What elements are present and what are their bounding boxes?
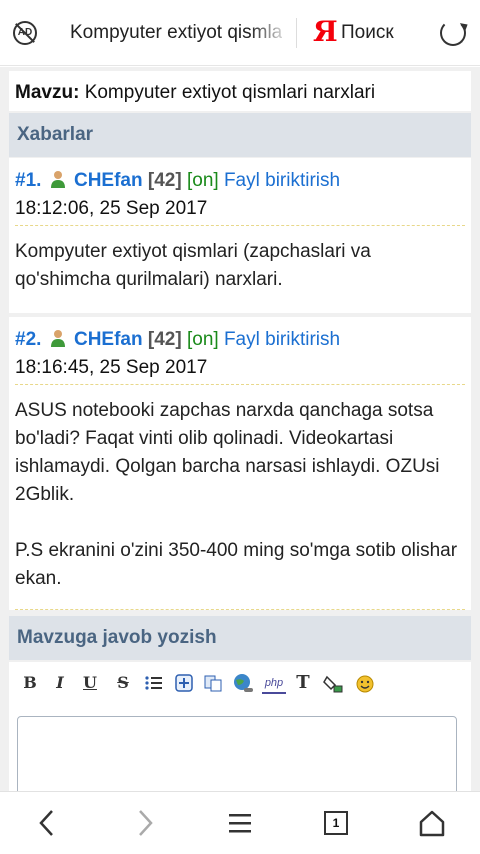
browser-bottom-bar: 1: [0, 791, 480, 854]
post-author[interactable]: CHEfan: [74, 170, 143, 191]
list-icon[interactable]: [143, 672, 165, 694]
post-number[interactable]: #2.: [15, 329, 41, 350]
attach-file-link[interactable]: Fayl biriktirish: [224, 170, 340, 191]
forward-icon[interactable]: [132, 808, 158, 838]
post-rep: [42]: [147, 170, 182, 191]
php-code-button[interactable]: php: [262, 672, 286, 694]
yandex-logo[interactable]: Я: [313, 17, 338, 47]
post-number[interactable]: #1.: [15, 170, 41, 191]
tabs-counter-button[interactable]: 1: [324, 811, 348, 835]
post-1: #1. CHEfan [42] [on] Fayl biriktirish 18…: [9, 158, 471, 313]
divider: [296, 18, 297, 48]
post-paragraph: ASUS notebooki zapchas narxda qanchaga s…: [15, 400, 440, 505]
menu-icon[interactable]: [226, 808, 254, 838]
reload-icon[interactable]: [440, 20, 466, 46]
post-divider: [15, 609, 465, 610]
home-icon[interactable]: [418, 808, 446, 838]
post-time: 18:12:06, 25 Sep 2017: [15, 198, 208, 219]
address-fade: [250, 16, 290, 50]
post-header: #1. CHEfan [42] [on] Fayl biriktirish 18…: [15, 158, 465, 226]
online-status: [on]: [186, 170, 219, 191]
copy-icon[interactable]: [202, 672, 224, 694]
post-time: 18:16:45, 25 Sep 2017: [15, 357, 208, 378]
online-status: [on]: [186, 329, 219, 350]
topic-title-card: Mavzu: Kompyuter extiyot qismlari narxla…: [9, 71, 471, 111]
topic-title: Kompyuter extiyot qismlari narxlari: [84, 82, 376, 103]
reply-form: B I U S php T: [9, 662, 471, 791]
post-header: #2. CHEfan [42] [on] Fayl biriktirish 18…: [15, 317, 465, 385]
insert-plus-icon[interactable]: [173, 672, 195, 694]
italic-button[interactable]: I: [49, 672, 71, 694]
adblock-label: AD: [17, 27, 33, 38]
post-rep: [42]: [147, 329, 182, 350]
page-content: Mavzu: Kompyuter extiyot qismlari narxla…: [0, 67, 480, 791]
strike-button[interactable]: S: [112, 672, 134, 694]
adblock-icon[interactable]: AD: [13, 21, 37, 45]
reply-textarea[interactable]: [17, 716, 457, 791]
user-icon: [50, 330, 65, 347]
smiley-icon[interactable]: [354, 672, 376, 694]
attach-file-link[interactable]: Fayl biriktirish: [224, 329, 340, 350]
underline-button[interactable]: U: [79, 672, 101, 694]
text-format-button[interactable]: T: [292, 672, 314, 694]
post-body: Kompyuter extiyot qismlari (zapchaslari …: [15, 241, 371, 290]
post-author[interactable]: CHEfan: [74, 329, 143, 350]
post-2: #2. CHEfan [42] [on] Fayl biriktirish 18…: [9, 317, 471, 610]
browser-top-bar: AD Kompyuter extiyot qismlari narxlari Я…: [0, 0, 480, 66]
post-paragraph: P.S ekranini o'zini 350-400 ming so'mga …: [15, 540, 458, 589]
search-button[interactable]: Поиск: [341, 22, 394, 44]
reply-header: Mavzuga javob yozish: [9, 616, 471, 660]
post-body: ASUS notebooki zapchas narxda qanchaga s…: [15, 385, 465, 593]
color-fill-icon[interactable]: [322, 672, 344, 694]
messages-header: Xabarlar: [9, 113, 471, 157]
back-icon[interactable]: [34, 808, 60, 838]
user-icon: [50, 171, 65, 188]
bold-button[interactable]: B: [19, 672, 41, 694]
topic-label: Mavzu:: [15, 82, 80, 103]
link-globe-icon[interactable]: [232, 672, 254, 694]
